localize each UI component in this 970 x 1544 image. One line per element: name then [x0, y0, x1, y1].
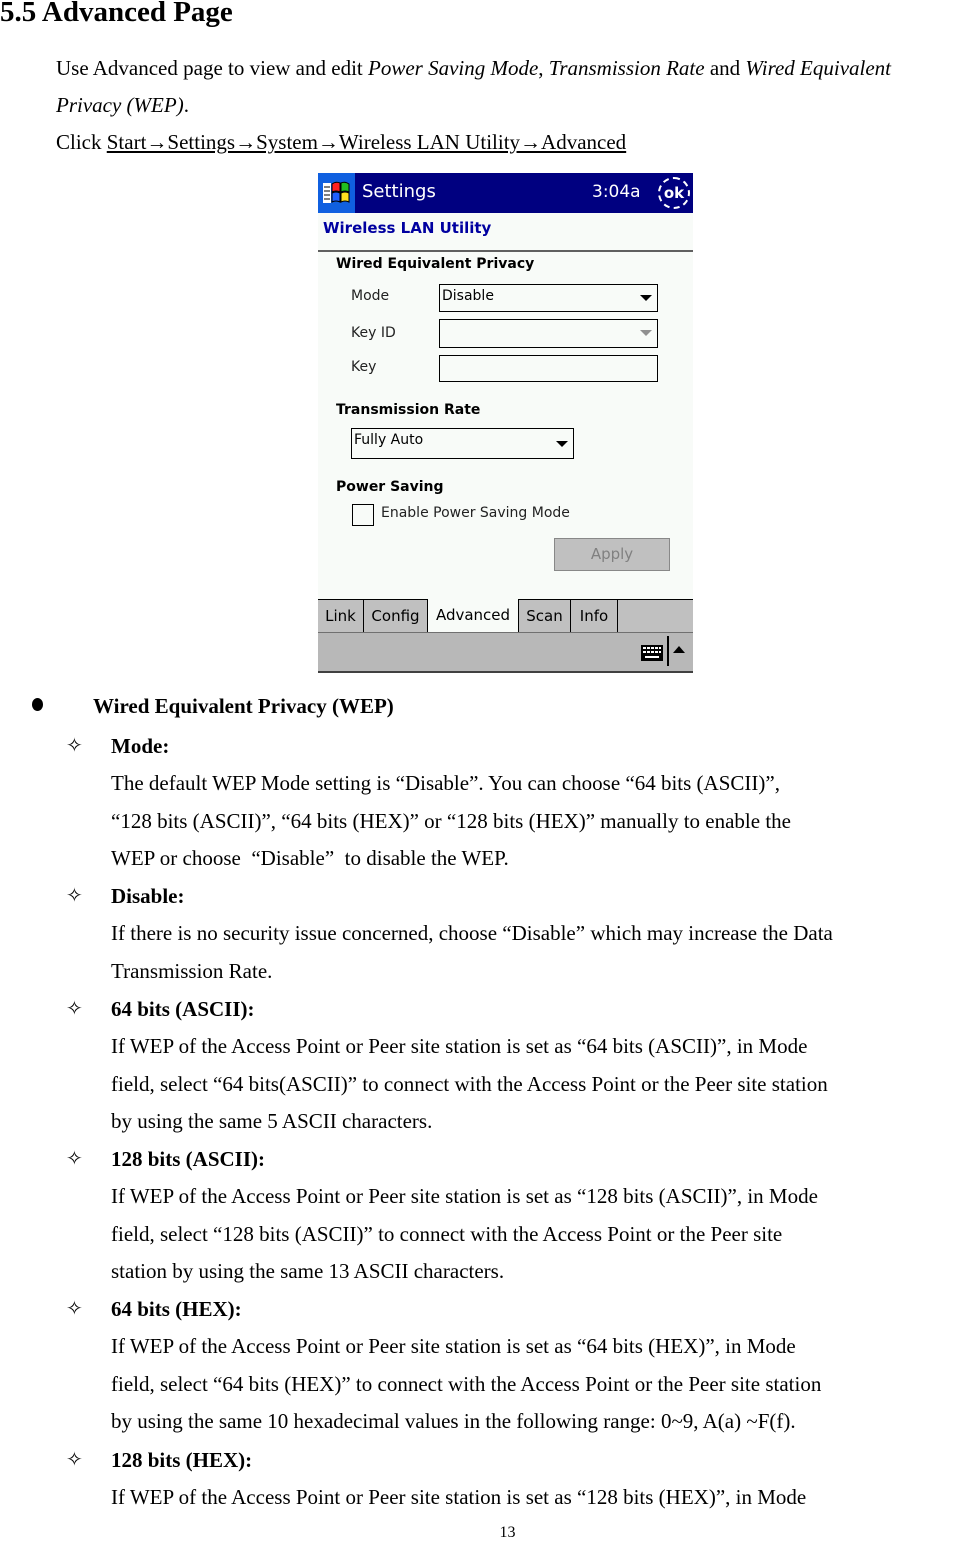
body-line: by using the same 5 ASCII characters. [111, 1109, 433, 1133]
click-prefix: Click [56, 130, 107, 154]
list-item-body: If WEP of the Access Point or Peer site … [111, 1028, 970, 1141]
title-bar: Settings 3:04a ok [318, 173, 693, 213]
tab-info[interactable]: Info [571, 600, 618, 632]
list-item-body: If there is no security issue concerned,… [111, 915, 970, 990]
list-item-title: 64 bits (HEX): [111, 1297, 242, 1321]
rate-select-value: Fully Auto [354, 432, 424, 448]
diamond-bullet-icon: ✧ [66, 885, 83, 907]
intro-suffix: . [183, 93, 189, 117]
dropdown-arrow-icon [556, 441, 568, 447]
keyid-label: Key ID [351, 325, 396, 341]
key-label: Key [351, 359, 377, 375]
input-panel-arrow-icon[interactable] [673, 646, 685, 653]
divider [318, 250, 693, 252]
body-line: If there is no security issue concerned,… [111, 921, 833, 945]
body-line: Transmission Rate. [111, 958, 273, 983]
intro-text: Use Advanced page to view and edit [56, 56, 368, 80]
power-saving-checkbox-label[interactable]: Enable Power Saving Mode [381, 505, 570, 521]
tab-scan[interactable]: Scan [519, 600, 571, 632]
bullet-icon [32, 698, 43, 711]
keyboard-icon[interactable] [641, 645, 663, 661]
list-item-title: 64 bits (ASCII): [111, 997, 255, 1021]
apply-button[interactable]: Apply [554, 538, 670, 571]
tab-config[interactable]: Config [364, 600, 428, 632]
list-item-title: 128 bits (HEX): [111, 1448, 253, 1472]
body-line: If WEP of the Access Point or Peer site … [111, 1184, 818, 1208]
list-item-body: If WEP of the Access Point or Peer site … [111, 1328, 970, 1441]
mode-select[interactable]: Disable [439, 284, 658, 312]
body-line: The default WEP Mode setting is “Disable… [111, 771, 780, 795]
intro-sep: and [704, 56, 746, 80]
list-item-title: Disable: [111, 884, 185, 908]
rate-section-title: Transmission Rate [336, 402, 481, 418]
diamond-bullet-icon: ✧ [66, 1298, 83, 1320]
intro-sep: , [538, 56, 549, 80]
clock[interactable]: 3:04a [592, 182, 641, 202]
menu-bar [318, 632, 693, 673]
body-line: “128 bits (ASCII)”, “64 bits (HEX)” or “… [111, 808, 791, 833]
pda-screenshot: Settings 3:04a ok Wireless LAN Utility W… [318, 173, 693, 673]
diamond-bullet-icon: ✧ [66, 1148, 83, 1170]
intro-paragraph: Use Advanced page to view and edit Power… [56, 50, 956, 124]
body-line: by using the same 10 hexadecimal values … [111, 1409, 796, 1433]
power-section-title: Power Saving [336, 479, 444, 495]
diamond-bullet-icon: ✧ [66, 998, 83, 1020]
body-line: If WEP of the Access Point or Peer site … [111, 1034, 808, 1058]
power-saving-checkbox[interactable] [352, 504, 374, 526]
section-title: Wired Equivalent Privacy (WEP) [93, 694, 394, 718]
body-line: If WEP of the Access Point or Peer site … [111, 1334, 796, 1358]
diamond-bullet-icon: ✧ [66, 735, 83, 757]
intro-em-transmission-rate: Transmission Rate [548, 56, 705, 80]
mode-label: Mode [351, 288, 390, 304]
menu-separator [667, 636, 669, 666]
navigation-instruction: Click Start→Settings→System→Wireless LAN… [56, 124, 626, 161]
list-item-body: If WEP of the Access Point or Peer site … [111, 1178, 970, 1291]
keyid-select[interactable] [439, 319, 658, 348]
ok-button[interactable]: ok [658, 177, 690, 209]
tab-advanced[interactable]: Advanced [428, 599, 519, 632]
body-line: WEP or choose “Disable” to disable the W… [111, 846, 509, 870]
diamond-bullet-icon: ✧ [66, 1449, 83, 1471]
key-input[interactable] [439, 355, 658, 382]
tab-bar: Link Config Advanced Scan Info [318, 599, 693, 632]
dropdown-arrow-icon [640, 295, 652, 301]
app-title: Wireless LAN Utility [323, 219, 492, 237]
dropdown-arrow-icon [640, 330, 652, 336]
body-line: field, select “64 bits(ASCII)” to connec… [111, 1071, 828, 1096]
navigation-path: Start→Settings→System→Wireless LAN Utili… [106, 130, 627, 154]
body-line: station by using the same 13 ASCII chara… [111, 1259, 505, 1283]
list-item-title: Mode: [111, 734, 170, 758]
body-line: field, select “64 bits (HEX)” to connect… [111, 1371, 822, 1396]
list-item-body: The default WEP Mode setting is “Disable… [111, 765, 970, 878]
bottom-border [318, 671, 693, 673]
page-number: 13 [499, 1524, 516, 1541]
list-item-body: If WEP of the Access Point or Peer site … [111, 1479, 970, 1517]
intro-em-power-saving: Power Saving Mode [368, 56, 539, 80]
windows-flag-icon [323, 181, 350, 203]
mode-select-value: Disable [442, 288, 494, 304]
list-item-title: 128 bits (ASCII): [111, 1147, 266, 1171]
window-title: Settings [362, 181, 436, 202]
start-button[interactable] [318, 173, 355, 213]
body-line: If WEP of the Access Point or Peer site … [111, 1485, 807, 1509]
wep-section-title: Wired Equivalent Privacy [336, 256, 535, 272]
page-heading: 5.5 Advanced Page [0, 0, 233, 28]
tab-link[interactable]: Link [318, 600, 364, 632]
body-line: field, select “128 bits (ASCII)” to conn… [111, 1221, 783, 1246]
transmission-rate-select[interactable]: Fully Auto [351, 428, 574, 459]
